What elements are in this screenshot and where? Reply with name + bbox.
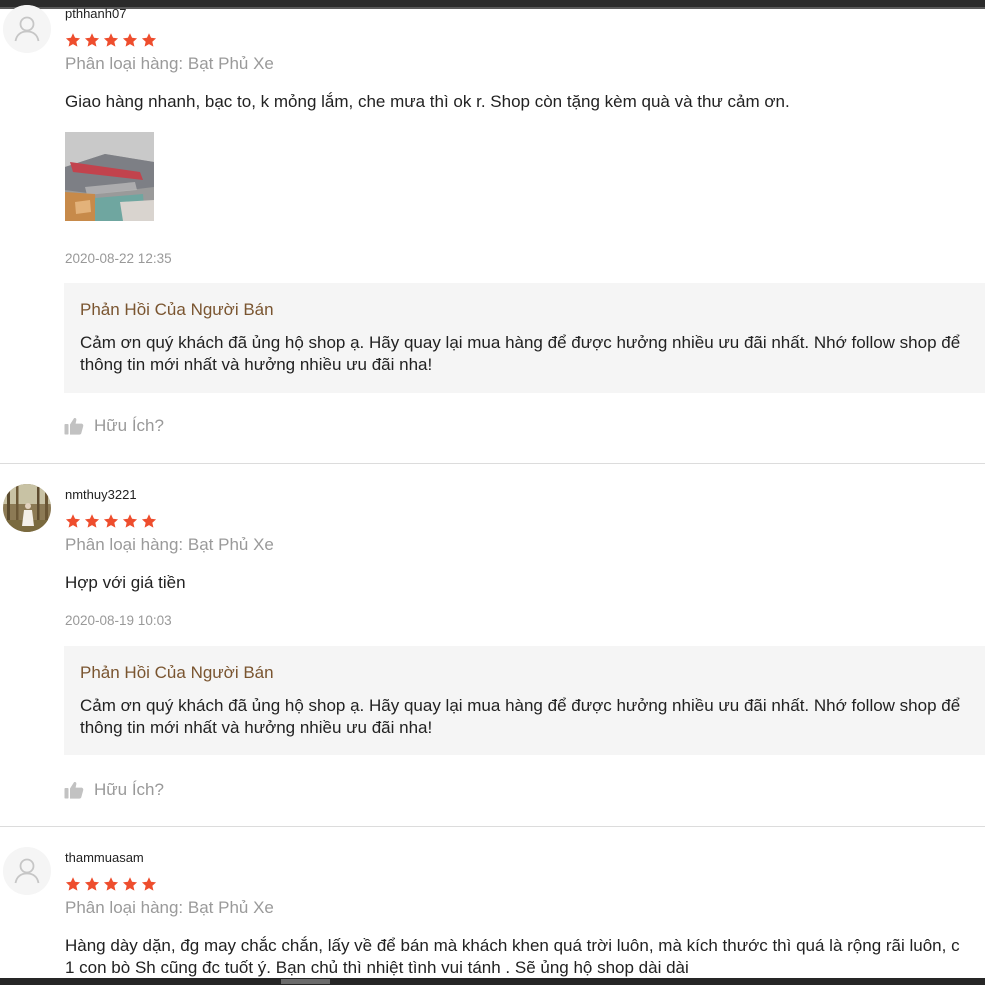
review-item: nmthuy3221 Phân loại hàng: Bạt Phủ Xe Hợ… — [0, 464, 985, 826]
star-icon — [103, 33, 119, 47]
star-rating — [65, 32, 157, 48]
reviewer-username[interactable]: nmthuy3221 — [65, 487, 137, 502]
review-comment: Giao hàng nhanh, bạc to, k mỏng lắm, che… — [65, 92, 790, 111]
star-icon — [65, 877, 81, 891]
seller-reply: Phản Hồi Của Người Bán Cảm ơn quý khách … — [64, 283, 985, 393]
review-timestamp: 2020-08-22 12:35 — [65, 251, 172, 266]
product-variation: Phân loại hàng: Bạt Phủ Xe — [65, 535, 274, 554]
reviewer-username[interactable]: pthhanh07 — [65, 6, 126, 21]
reviewer-username[interactable]: thammuasam — [65, 850, 144, 865]
review-item: pthhanh07 Phân loại hàng: Bạt Phủ Xe Gia… — [0, 0, 985, 463]
star-icon — [122, 33, 138, 47]
star-icon — [122, 877, 138, 891]
review-comment: Hàng dày dặn, đg may chắc chắn, lấy về đ… — [65, 936, 960, 977]
star-icon — [65, 33, 81, 47]
star-icon — [141, 514, 157, 528]
scrollbar-thumb[interactable] — [281, 979, 330, 984]
star-icon — [122, 514, 138, 528]
star-icon — [65, 514, 81, 528]
seller-reply-title: Phản Hồi Của Người Bán — [80, 300, 274, 319]
star-icon — [84, 877, 100, 891]
helpful-label: Hữu Ích? — [94, 416, 164, 435]
star-icon — [84, 514, 100, 528]
review-timestamp: 2020-08-19 10:03 — [65, 613, 172, 628]
helpful-button[interactable]: Hữu Ích? — [64, 780, 164, 800]
product-variation: Phân loại hàng: Bạt Phủ Xe — [65, 898, 274, 917]
star-icon — [141, 877, 157, 891]
review-photo-thumbnail[interactable] — [65, 132, 154, 221]
seller-reply-text: Cảm ơn quý khách đã ủng hộ shop ạ. Hãy q… — [80, 696, 961, 737]
product-variation: Phân loại hàng: Bạt Phủ Xe — [65, 54, 274, 73]
seller-reply: Phản Hồi Của Người Bán Cảm ơn quý khách … — [64, 646, 985, 755]
star-icon — [141, 33, 157, 47]
star-icon — [84, 33, 100, 47]
thumbs-up-icon — [64, 782, 84, 799]
star-rating — [65, 876, 157, 892]
horizontal-scrollbar[interactable] — [0, 978, 985, 985]
star-icon — [103, 514, 119, 528]
user-avatar[interactable] — [3, 484, 51, 532]
review-comment: Hợp với giá tiền — [65, 573, 186, 592]
default-avatar-icon[interactable] — [3, 847, 51, 895]
star-rating — [65, 513, 157, 529]
thumbs-up-icon — [64, 418, 84, 435]
default-avatar-icon[interactable] — [3, 5, 51, 53]
helpful-label: Hữu Ích? — [94, 780, 164, 799]
review-item: thammuasam Phân loại hàng: Bạt Phủ Xe Hà… — [0, 827, 985, 978]
star-icon — [103, 877, 119, 891]
seller-reply-text: Cảm ơn quý khách đã ủng hộ shop ạ. Hãy q… — [80, 333, 961, 374]
helpful-button[interactable]: Hữu Ích? — [64, 416, 164, 436]
seller-reply-title: Phản Hồi Của Người Bán — [80, 663, 274, 682]
